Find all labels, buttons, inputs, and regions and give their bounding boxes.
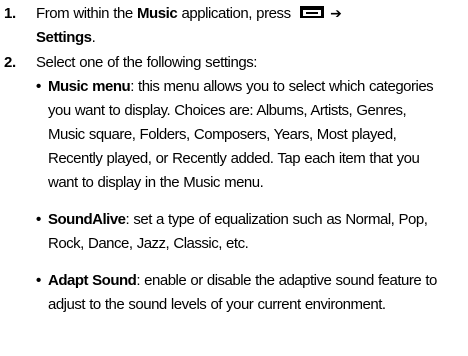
- setting-line: adjust to the sound levels of your curre…: [48, 296, 386, 313]
- app-name: Music: [137, 5, 178, 22]
- step-1: 1. From within the Music application, pr…: [0, 2, 468, 50]
- menu-key-icon: [299, 6, 324, 18]
- setting-description: : enable or disable the adaptive sound f…: [136, 272, 437, 289]
- setting-soundalive: • SoundAlive: set a type of equalization…: [36, 208, 468, 256]
- setting-line: Music menu: this menu allows you to sele…: [48, 75, 434, 99]
- setting-description: : set a type of equalization such as Nor…: [125, 211, 428, 228]
- arrow-icon: ➔: [330, 6, 342, 22]
- setting-music-menu: • Music menu: this menu allows you to se…: [36, 75, 468, 195]
- setting-adapt-sound: • Adapt Sound: enable or disable the ada…: [36, 269, 468, 317]
- step-text-suffix: application, press: [177, 5, 295, 22]
- step-text: From within the Music application, press…: [36, 2, 464, 50]
- bullet-icon: •: [36, 78, 42, 95]
- step-line: From within the Music application, press…: [36, 2, 464, 26]
- setting-line: Rock, Dance, Jazz, Classic, etc.: [48, 235, 249, 252]
- setting-label: SoundAlive: [48, 211, 126, 228]
- bullet-icon: •: [36, 211, 42, 228]
- setting-line: want to display in the Music menu.: [48, 174, 264, 191]
- step-text-end: .: [91, 29, 96, 46]
- settings-label: Settings: [36, 29, 92, 46]
- setting-line: Recently played, or Recently added. Tap …: [48, 150, 420, 167]
- setting-line: Adapt Sound: enable or disable the adapt…: [48, 269, 437, 293]
- setting-line: Music square, Folders, Composers, Years,…: [48, 126, 397, 143]
- setting-label: Adapt Sound: [48, 272, 137, 289]
- manual-page: 1. From within the Music application, pr…: [0, 0, 468, 356]
- setting-line: you want to display. Choices are: Albums…: [48, 102, 407, 119]
- step-number: 2.: [4, 54, 16, 71]
- step-number: 1.: [4, 5, 16, 22]
- step-line: Settings.: [36, 26, 464, 50]
- step-text-prefix: From within the: [36, 5, 137, 22]
- setting-description: : this menu allows you to select which c…: [130, 78, 434, 95]
- bullet-icon: •: [36, 272, 42, 289]
- step-text: Select one of the following settings:: [36, 54, 257, 71]
- setting-line: SoundAlive: set a type of equalization s…: [48, 208, 428, 232]
- setting-label: Music menu: [48, 78, 131, 95]
- step-2: 2. Select one of the following settings:: [0, 51, 468, 75]
